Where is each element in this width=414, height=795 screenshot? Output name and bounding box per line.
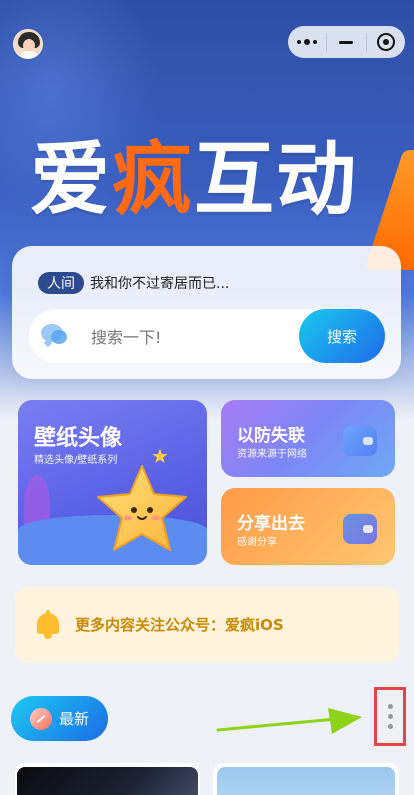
- tab-latest-label: 最新: [59, 711, 90, 728]
- capsule-minimize-button[interactable]: [327, 26, 365, 58]
- brand-char: 动: [276, 133, 358, 226]
- search-button[interactable]: 搜索: [299, 309, 385, 363]
- notice-tag: 人间: [38, 272, 84, 294]
- wallet-icon: [343, 426, 377, 456]
- follow-banner[interactable]: 更多内容关注公众号：爱疯iOS: [15, 587, 399, 662]
- target-close-icon: [376, 33, 395, 51]
- content-thumbnail[interactable]: [213, 763, 399, 795]
- card-title: 分享出去: [237, 514, 305, 534]
- thumbnail-image: [17, 767, 198, 795]
- leaf-icon: [30, 707, 52, 730]
- brand-char-accent: 疯: [112, 133, 194, 226]
- brand-char: 互: [194, 133, 276, 226]
- more-options-button[interactable]: [374, 687, 406, 746]
- capsule-close-button[interactable]: [367, 26, 405, 58]
- banner-text: 更多内容关注公众号：爱疯iOS: [75, 616, 284, 634]
- bell-icon: [35, 609, 61, 640]
- wallet-icon: [343, 514, 377, 544]
- mini-program-capsule: [288, 26, 405, 58]
- vertical-dots-icon: [387, 704, 393, 709]
- content-thumbnail[interactable]: [15, 763, 200, 795]
- wallpaper-avatar-card[interactable]: 壁纸头像 精选头像/壁纸系列 ★: [18, 400, 207, 565]
- brand-char: 爱: [30, 133, 112, 226]
- search-box[interactable]: 搜索一下! 搜索: [29, 309, 385, 363]
- chat-bubble-icon: [41, 324, 67, 348]
- minimize-icon: [339, 40, 354, 44]
- keep-in-touch-card[interactable]: 以防失联 资源来源于网络: [221, 400, 395, 477]
- tab-latest[interactable]: 最新: [11, 696, 108, 741]
- card-title: 以防失联: [237, 426, 305, 446]
- share-card[interactable]: 分享出去 感谢分享: [221, 488, 395, 565]
- brand-title: 爱疯互动: [30, 130, 390, 230]
- avatar[interactable]: [13, 29, 43, 59]
- notice-row[interactable]: 人间 我和你不过寄居而已...: [38, 272, 229, 294]
- more-dots-icon: [297, 39, 318, 45]
- search-card: 人间 我和你不过寄居而已... 搜索一下! 搜索: [12, 246, 401, 379]
- search-input[interactable]: 搜索一下!: [91, 324, 299, 348]
- star-mascot-icon: [97, 465, 187, 551]
- thumbnail-image: [217, 767, 395, 795]
- card-subtitle: 感谢分享: [237, 537, 277, 548]
- green-arrow-annotation: [216, 708, 362, 734]
- card-subtitle: 资源来源于网络: [237, 449, 307, 460]
- capsule-more-button[interactable]: [288, 26, 326, 58]
- notice-text: 我和你不过寄居而已...: [90, 276, 230, 292]
- card-title: 壁纸头像: [34, 426, 123, 451]
